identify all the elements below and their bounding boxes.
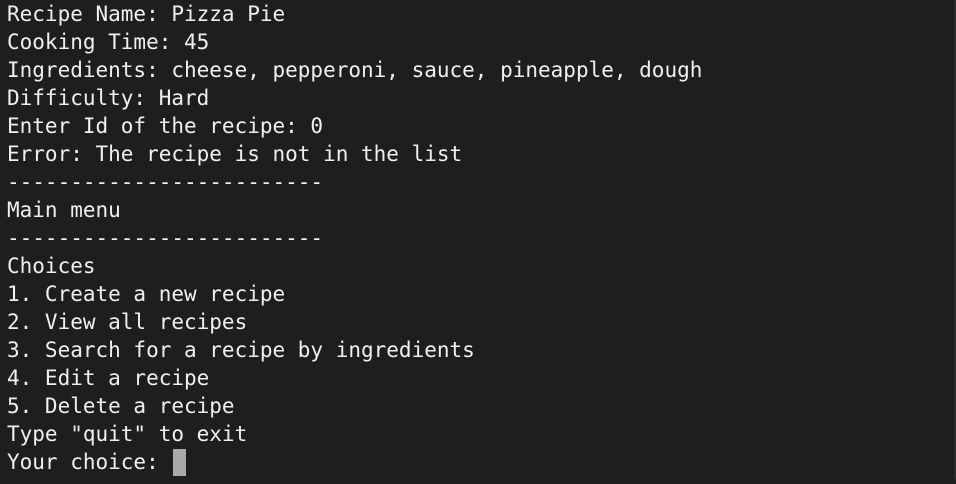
error-line: Error: The recipe is not in the list (7, 142, 463, 166)
terminal-window[interactable]: Recipe Name: Pizza Pie Cooking Time: 45 … (0, 0, 956, 484)
menu-option-create: 1. Create a new recipe (7, 282, 286, 306)
menu-option-edit: 4. Edit a recipe (7, 366, 210, 390)
ingredients-line: Ingredients: cheese, pepperoni, sauce, p… (7, 58, 703, 82)
text-cursor (173, 448, 187, 476)
quit-instruction: Type "quit" to exit (7, 422, 248, 446)
enter-id-line: Enter Id of the recipe: 0 (7, 114, 324, 138)
choices-heading: Choices (7, 254, 96, 278)
recipe-name-line: Recipe Name: Pizza Pie (7, 2, 286, 26)
cooking-time-line: Cooking Time: 45 (7, 30, 210, 54)
menu-option-search: 3. Search for a recipe by ingredients (7, 338, 475, 362)
main-menu-heading: Main menu (7, 198, 121, 222)
choice-prompt-label: Your choice: (7, 450, 172, 474)
separator-top: ------------------------- (7, 170, 324, 194)
choice-prompt-line[interactable]: Your choice: (7, 448, 956, 476)
menu-option-view-all: 2. View all recipes (7, 310, 248, 334)
menu-option-delete: 5. Delete a recipe (7, 394, 235, 418)
separator-bottom: ------------------------- (7, 226, 324, 250)
difficulty-line: Difficulty: Hard (7, 86, 210, 110)
